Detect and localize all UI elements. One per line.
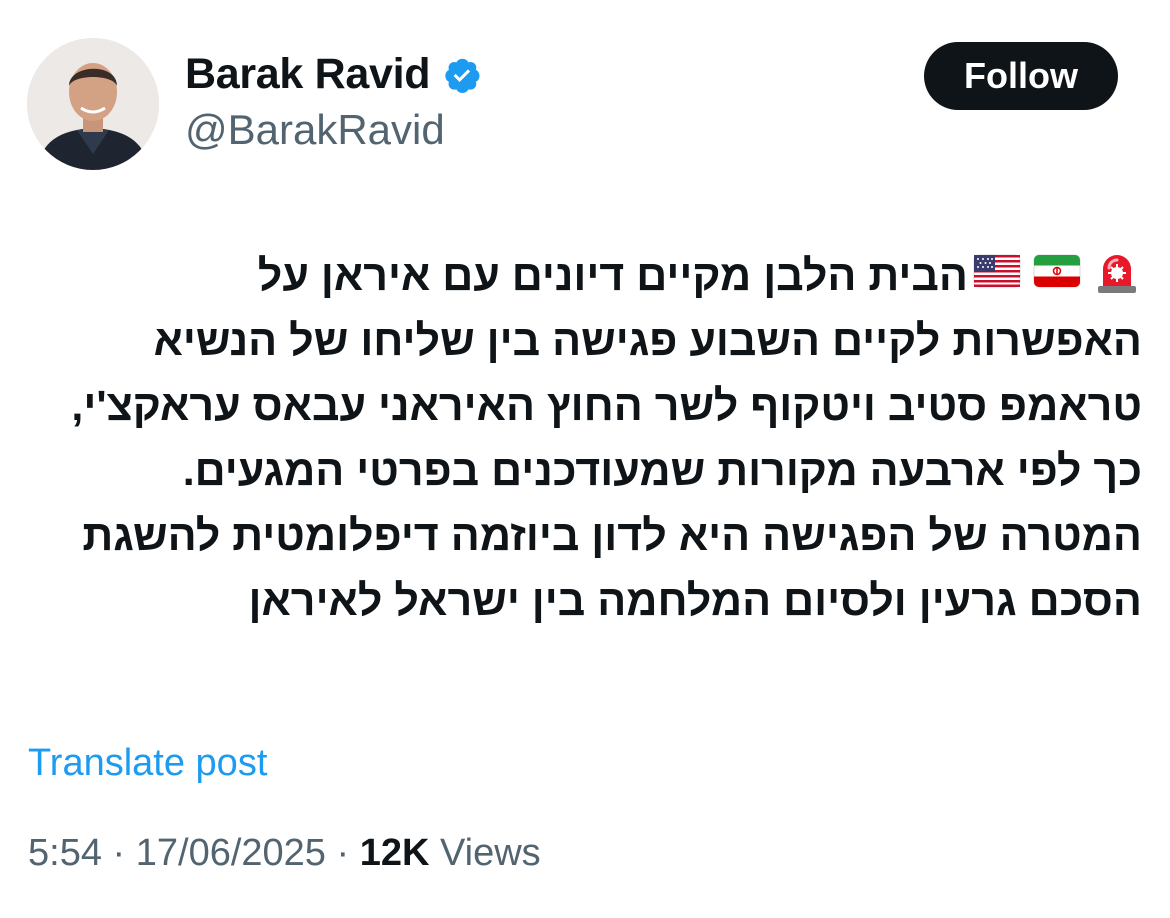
tweet-line-2: האפשרות לקיים השבוע פגישה בין שליחו של ה… [153, 317, 1142, 365]
views-label: Views [440, 832, 541, 874]
follow-button[interactable]: Follow [924, 42, 1118, 110]
police-light-icon [1098, 255, 1136, 293]
meta-separator: · [101, 832, 136, 874]
translate-post-link[interactable]: Translate post [28, 742, 267, 785]
views-count[interactable]: 12K [360, 832, 430, 874]
tweet-text: הבית הלבן מקיים דיונים עם איראן על האפשר… [27, 244, 1142, 634]
meta-separator: · [325, 832, 360, 874]
post-time[interactable]: 5:54 [28, 832, 102, 874]
avatar[interactable] [27, 38, 159, 170]
tweet-line-5: המטרה של הפגישה היא לדון ביוזמה דיפלומטי… [82, 512, 1142, 560]
verified-badge-icon [445, 58, 480, 93]
tweet-line-1: הבית הלבן מקיים דיונים עם איראן על [27, 244, 1142, 309]
iran-flag-icon [1033, 254, 1081, 288]
emoji-row [972, 246, 1142, 296]
post-date[interactable]: 17/06/2025 [136, 832, 326, 874]
us-flag-icon [973, 254, 1021, 288]
tweet-line-3: טראמפ סטיב ויטקוף לשר החוץ האיראני עבאס … [71, 382, 1142, 430]
tweet-line-6: הסכם גרעין ולסיום המלחמה בין ישראל לאירא… [248, 577, 1142, 625]
display-name-text[interactable]: Barak Ravid [185, 50, 431, 99]
handle[interactable]: @BarakRavid [185, 106, 445, 154]
tweet-line-4: כך לפי ארבעה מקורות שמעודכנים בפרטי המגע… [182, 447, 1142, 495]
tweet-line-1-text: הבית הלבן מקיים דיונים עם איראן על [257, 252, 968, 300]
post-meta: 5:54 · 17/06/2025 · 12K Views [28, 832, 541, 875]
display-name[interactable]: Barak Ravid [185, 50, 482, 99]
